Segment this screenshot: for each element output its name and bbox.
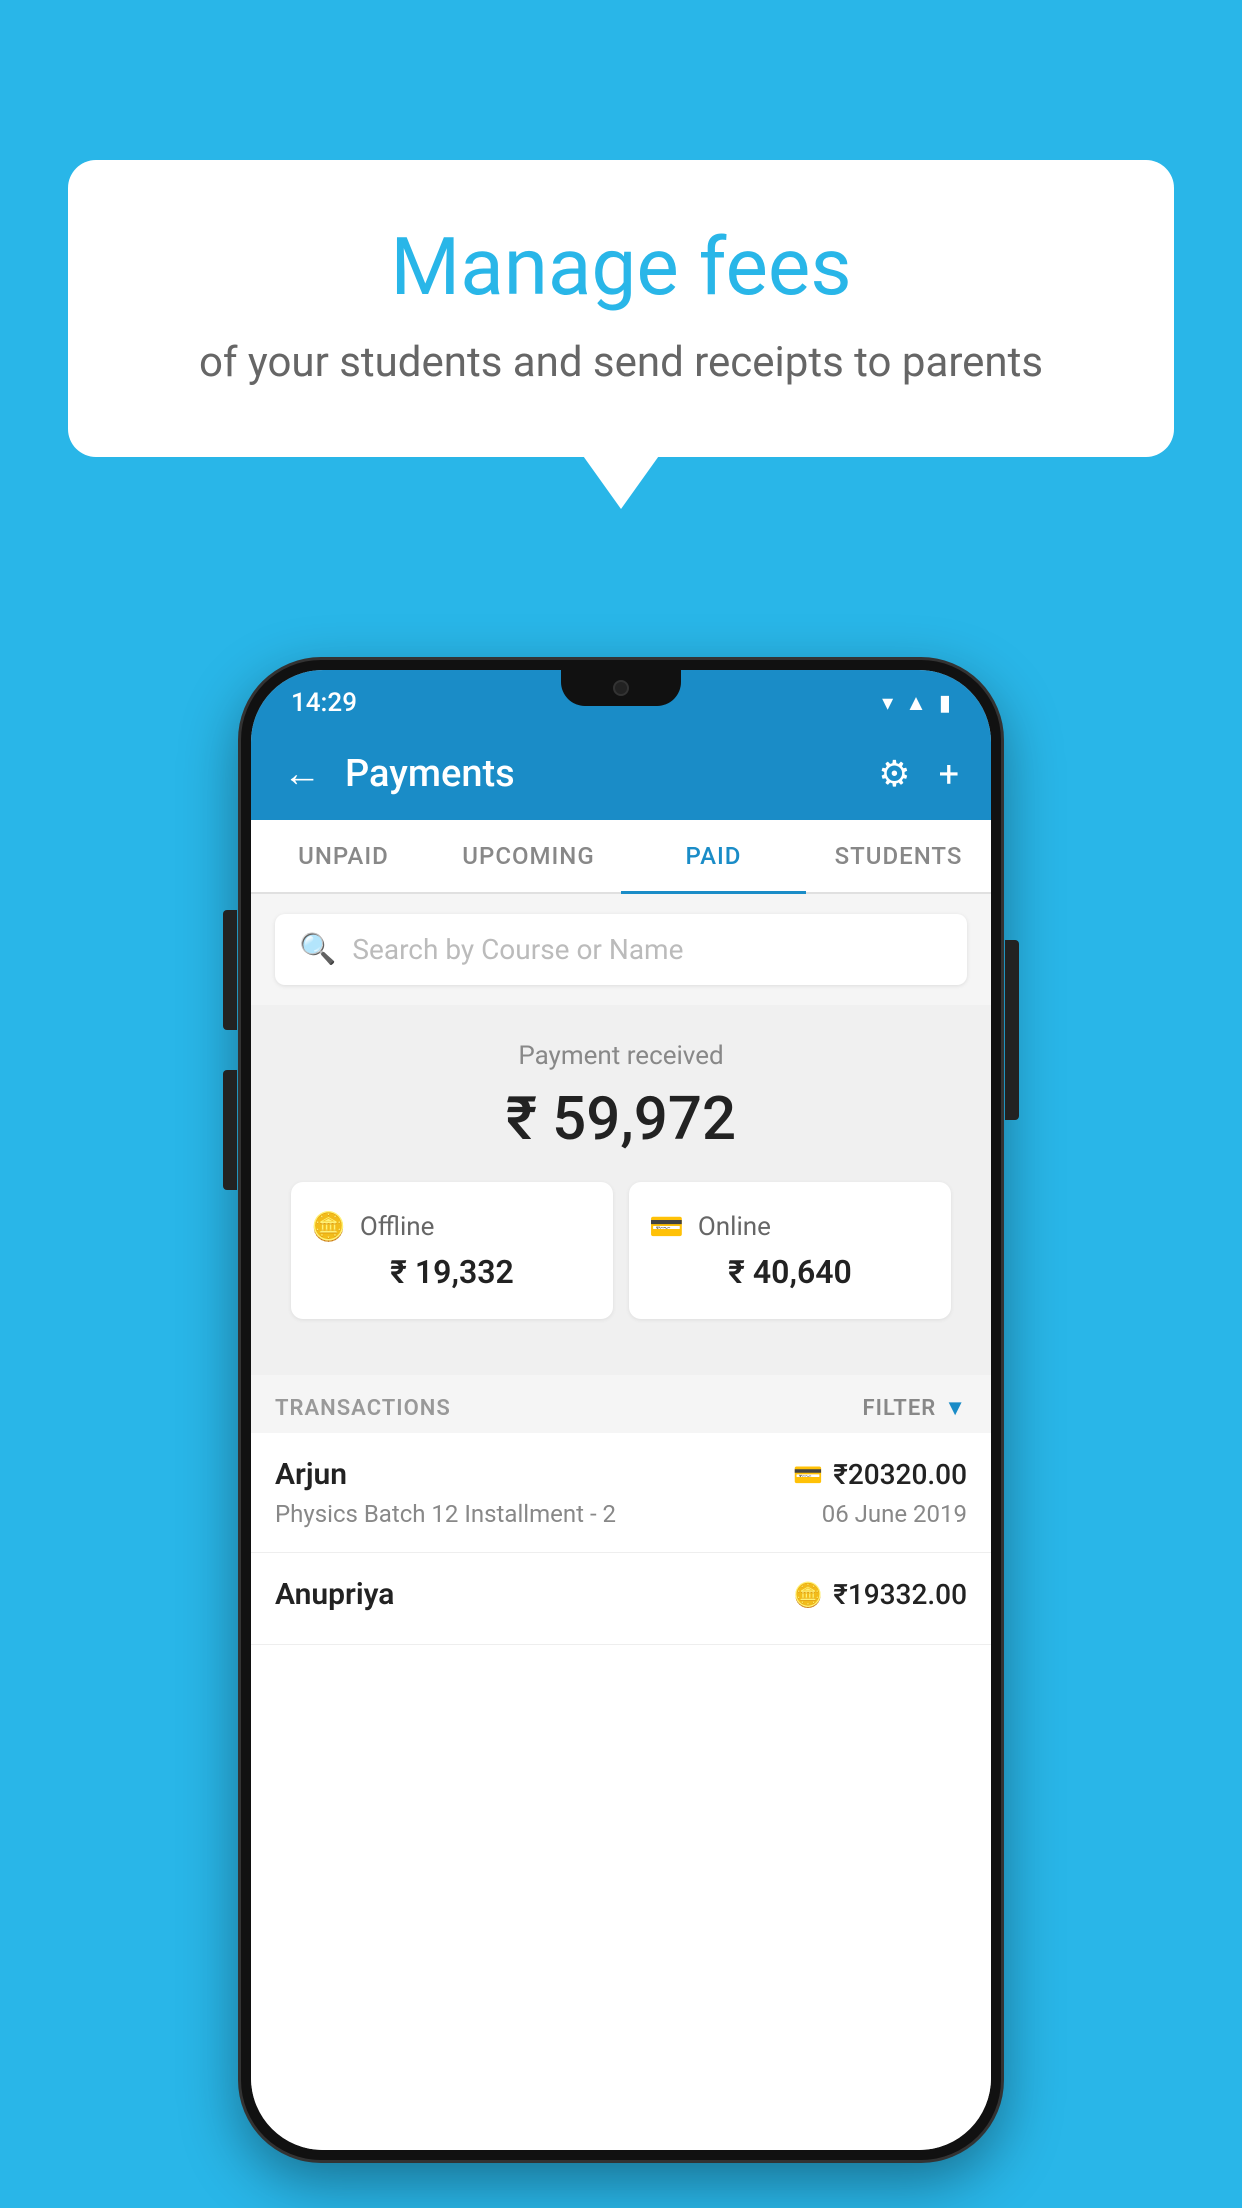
offline-icon: 🪙 — [311, 1210, 346, 1243]
camera — [613, 680, 629, 696]
cards-row: 🪙 Offline ₹ 19,332 💳 Online ₹ 40,640 — [275, 1182, 967, 1347]
signal-icon: ▲ — [905, 690, 927, 716]
online-card: 💳 Online ₹ 40,640 — [629, 1182, 951, 1319]
app-bar-left: ← Payments — [283, 752, 515, 796]
tab-students[interactable]: STUDENTS — [806, 820, 991, 892]
transaction-amount-wrap-1: 💳 ₹20320.00 — [793, 1458, 967, 1491]
status-icons: ▾ ▲ ▮ — [882, 690, 951, 716]
transaction-name-1: Arjun — [275, 1457, 347, 1492]
transaction-row-2: Anupriya 🪙 ₹19332.00 — [275, 1577, 967, 1612]
tabs: UNPAID UPCOMING PAID STUDENTS — [251, 820, 991, 894]
status-time: 14:29 — [291, 688, 357, 718]
phone-frame: 14:29 ▾ ▲ ▮ ← Payments ⚙ + UNPAID UPCOMI… — [241, 660, 1001, 2160]
offline-card: 🪙 Offline ₹ 19,332 — [291, 1182, 613, 1319]
search-container: 🔍 Search by Course or Name — [251, 894, 991, 1005]
app-bar: ← Payments ⚙ + — [251, 728, 991, 820]
online-label: Online — [698, 1212, 771, 1242]
transaction-date-1: 06 June 2019 — [822, 1500, 967, 1528]
tab-unpaid[interactable]: UNPAID — [251, 820, 436, 892]
offline-amount: ₹ 19,332 — [311, 1253, 593, 1291]
battery-icon: ▮ — [939, 691, 951, 716]
bubble-title: Manage fees — [138, 220, 1104, 314]
filter-icon: ▼ — [944, 1395, 967, 1421]
summary-label: Payment received — [275, 1041, 967, 1071]
wifi-icon: ▾ — [882, 691, 893, 716]
settings-button[interactable]: ⚙ — [878, 753, 910, 795]
summary-amount: ₹ 59,972 — [275, 1083, 967, 1154]
transaction-row-1: Arjun 💳 ₹20320.00 — [275, 1457, 967, 1492]
transaction-course-1: Physics Batch 12 Installment - 2 — [275, 1500, 616, 1528]
tab-upcoming[interactable]: UPCOMING — [436, 820, 621, 892]
online-icon: 💳 — [649, 1210, 684, 1243]
transactions-header: TRANSACTIONS FILTER ▼ — [251, 1375, 991, 1433]
payment-method-icon-1: 💳 — [793, 1461, 823, 1489]
offline-card-header: 🪙 Offline — [311, 1210, 593, 1243]
transaction-amount-wrap-2: 🪙 ₹19332.00 — [793, 1578, 967, 1611]
search-icon: 🔍 — [299, 932, 336, 967]
transaction-list: Arjun 💳 ₹20320.00 Physics Batch 12 Insta… — [251, 1433, 991, 2150]
transaction-amount-1: ₹20320.00 — [833, 1458, 967, 1491]
transactions-label: TRANSACTIONS — [275, 1396, 451, 1421]
bubble-subtitle: of your students and send receipts to pa… — [138, 338, 1104, 387]
phone-screen: 14:29 ▾ ▲ ▮ ← Payments ⚙ + UNPAID UPCOMI… — [251, 670, 991, 2150]
filter-button[interactable]: FILTER ▼ — [863, 1395, 967, 1421]
summary-section: Payment received ₹ 59,972 🪙 Offline ₹ 19… — [251, 1005, 991, 1375]
transaction-amount-2: ₹19332.00 — [833, 1578, 967, 1611]
back-button[interactable]: ← — [283, 755, 321, 793]
speech-bubble: Manage fees of your students and send re… — [68, 160, 1174, 457]
online-amount: ₹ 40,640 — [649, 1253, 931, 1291]
app-bar-right: ⚙ + — [878, 753, 959, 795]
search-bar[interactable]: 🔍 Search by Course or Name — [275, 914, 967, 985]
offline-label: Offline — [360, 1212, 435, 1242]
tab-paid[interactable]: PAID — [621, 820, 806, 892]
table-row[interactable]: Arjun 💳 ₹20320.00 Physics Batch 12 Insta… — [251, 1433, 991, 1553]
app-bar-title: Payments — [345, 752, 515, 796]
online-card-header: 💳 Online — [649, 1210, 931, 1243]
transaction-sub-1: Physics Batch 12 Installment - 2 06 June… — [275, 1500, 967, 1528]
add-button[interactable]: + — [939, 753, 959, 795]
payment-method-icon-2: 🪙 — [793, 1581, 823, 1609]
transaction-name-2: Anupriya — [275, 1577, 394, 1612]
table-row[interactable]: Anupriya 🪙 ₹19332.00 — [251, 1553, 991, 1645]
filter-label: FILTER — [863, 1396, 937, 1421]
phone-notch — [561, 670, 681, 706]
search-input[interactable]: Search by Course or Name — [352, 933, 683, 966]
